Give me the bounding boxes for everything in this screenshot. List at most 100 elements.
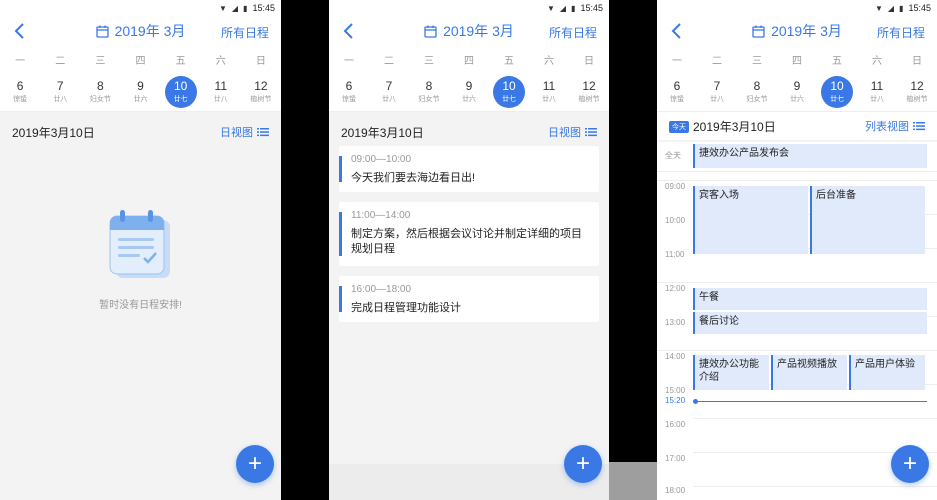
date-cell[interactable]: 8 妇女节 bbox=[409, 75, 449, 109]
date-cell[interactable]: 8 妇女节 bbox=[737, 75, 777, 109]
calendar-icon bbox=[95, 25, 109, 38]
wifi-icon: ▼ bbox=[874, 3, 883, 13]
lunar-label: 廿七 bbox=[830, 95, 844, 103]
list-icon bbox=[585, 128, 597, 137]
schedule-card[interactable]: 16:00—18:00 完成日程管理功能设计 bbox=[339, 276, 599, 322]
weekday-label: 六 bbox=[872, 55, 882, 67]
date-cell[interactable]: 7 廿八 bbox=[40, 75, 80, 109]
month-title-text: 2019年 3月 bbox=[114, 23, 186, 39]
lunar-label: 植树节 bbox=[906, 95, 928, 103]
battery-icon: ▮ bbox=[571, 3, 576, 13]
weekday-label: 日 bbox=[912, 55, 922, 67]
date-cell[interactable]: 12 植树节 bbox=[241, 75, 281, 109]
weekday-label: 三 bbox=[95, 55, 106, 67]
add-schedule-button[interactable]: + bbox=[236, 445, 274, 483]
schedule-time: 11:00—14:00 bbox=[351, 210, 411, 221]
wifi-icon: ▼ bbox=[546, 3, 555, 13]
event-block[interactable]: 餐后讨论 bbox=[693, 312, 927, 334]
gutter-strip bbox=[609, 462, 657, 500]
list-view-toggle[interactable]: 列表视图 bbox=[865, 118, 925, 134]
plus-icon: + bbox=[902, 450, 917, 477]
month-title-text: 2019年 3月 bbox=[771, 23, 842, 39]
plus-icon: + bbox=[575, 450, 590, 477]
weekday-label: 二 bbox=[55, 55, 66, 67]
date-cell[interactable]: 6 惊蛰 bbox=[329, 75, 369, 109]
all-schedules-link[interactable]: 所有日程 bbox=[877, 24, 925, 41]
day-title: 2019年3月10日 bbox=[341, 125, 424, 140]
lunar-label: 廿八 bbox=[53, 95, 68, 103]
schedule-card[interactable]: 09:00—10:00 今天我们要去海边看日出! bbox=[339, 146, 599, 192]
month-title[interactable]: 2019年 3月 bbox=[752, 21, 842, 41]
date-cell[interactable]: 9 廿六 bbox=[449, 75, 489, 109]
date-cell[interactable]: 12 植树节 bbox=[569, 75, 609, 109]
timeline: 全天 捷效办公产品发布会 09:00 10:00 11:00 12:00 13:… bbox=[657, 142, 937, 500]
event-block[interactable]: 午餐 bbox=[693, 288, 927, 310]
month-title[interactable]: 2019年 3月 bbox=[95, 21, 186, 41]
lunar-label: 廿八 bbox=[213, 95, 228, 103]
event-block[interactable]: 后台准备 bbox=[810, 186, 925, 254]
all-schedules-link[interactable]: 所有日程 bbox=[549, 24, 597, 41]
weekday-label: 四 bbox=[464, 55, 474, 67]
date-cell-selected[interactable]: 10 廿七 bbox=[817, 75, 857, 109]
status-bar: ▼ ◢ ▮ 15:45 bbox=[0, 0, 281, 16]
date-number: 8 bbox=[425, 78, 433, 93]
empty-calendar-illustration-icon bbox=[109, 210, 170, 278]
date-cell[interactable]: 9 廿六 bbox=[777, 75, 817, 109]
all-schedules-link[interactable]: 所有日程 bbox=[221, 24, 269, 41]
date-cell-selected[interactable]: 10 廿七 bbox=[489, 75, 529, 109]
date-cell[interactable]: 7 廿八 bbox=[697, 75, 737, 109]
hour-label: 13:00 bbox=[665, 318, 686, 327]
date-cell[interactable]: 6 惊蛰 bbox=[657, 75, 697, 109]
day-title: 2019年3月10日 bbox=[12, 125, 95, 140]
add-schedule-button[interactable]: + bbox=[891, 445, 929, 483]
schedule-title: 制定方案，然后根据会议讨论并制定详细的项目规划日程 bbox=[351, 228, 582, 255]
add-schedule-button[interactable]: + bbox=[564, 445, 602, 483]
phone-screen-timeline: ▼ ◢ ▮ 15:45 2019年 3月 所有日程 一 二 三 四 五 六 日 … bbox=[657, 0, 937, 500]
event-block[interactable]: 捷效办公功能介绍 bbox=[693, 355, 769, 390]
event-block[interactable]: 产品用户体验 bbox=[849, 355, 925, 390]
date-cell[interactable]: 12 植树节 bbox=[897, 75, 937, 109]
date-cell[interactable]: 11 廿八 bbox=[857, 75, 897, 109]
event-block[interactable]: 宾客入场 bbox=[693, 186, 808, 254]
day-view-toggle[interactable]: 日视图 bbox=[220, 124, 269, 140]
date-number: 11 bbox=[870, 78, 884, 93]
hour-label: 11:00 bbox=[665, 250, 685, 259]
battery-icon: ▮ bbox=[899, 3, 904, 13]
date-number: 12 bbox=[254, 78, 268, 93]
date-cell[interactable]: 8 妇女节 bbox=[80, 75, 120, 109]
list-icon bbox=[257, 128, 269, 137]
lunar-label: 廿六 bbox=[462, 95, 476, 103]
chevron-left-icon[interactable] bbox=[341, 22, 357, 40]
date-cell[interactable]: 7 廿八 bbox=[369, 75, 409, 109]
list-icon bbox=[913, 122, 925, 131]
date-cell-selected[interactable]: 10 廿七 bbox=[161, 75, 201, 109]
date-cell[interactable]: 6 惊蛰 bbox=[0, 75, 40, 109]
month-title[interactable]: 2019年 3月 bbox=[424, 21, 514, 41]
date-cell[interactable]: 9 廿六 bbox=[120, 75, 160, 109]
schedule-card[interactable]: 11:00—14:00 制定方案，然后根据会议讨论并制定详细的项目规划日程 bbox=[339, 202, 599, 266]
event-block[interactable]: 产品视频播放 bbox=[771, 355, 847, 390]
day-title: 2019年3月10日 bbox=[693, 119, 776, 134]
status-bar: ▼ ◢ ▮ 15:45 bbox=[329, 0, 609, 16]
date-number: 7 bbox=[56, 78, 64, 93]
chevron-left-icon[interactable] bbox=[669, 22, 685, 40]
hour-label: 09:00 bbox=[665, 182, 686, 191]
current-time-label: 15:20 bbox=[665, 396, 686, 405]
calendar-icon bbox=[752, 25, 765, 38]
lunar-label: 廿八 bbox=[542, 95, 556, 103]
today-badge[interactable]: 今天 bbox=[669, 121, 689, 134]
lunar-label: 廿八 bbox=[710, 95, 724, 103]
phone-screen-empty: ▼ ◢ ▮ 15:45 2019年 3月 所有日程 一 二 三 四 五 六 日 … bbox=[0, 0, 281, 500]
chevron-left-icon[interactable] bbox=[12, 22, 28, 40]
allday-event[interactable]: 捷效办公产品发布会 bbox=[693, 144, 927, 168]
lunar-label: 廿八 bbox=[382, 95, 396, 103]
empty-state-text: 暂时没有日程安排! bbox=[99, 300, 182, 311]
day-view-toggle[interactable]: 日视图 bbox=[548, 124, 597, 140]
weekday-label: 一 bbox=[672, 55, 682, 67]
weekday-label: 三 bbox=[424, 55, 434, 67]
empty-state: 暂时没有日程安排! bbox=[0, 210, 281, 311]
weekday-row: 一 二 三 四 五 六 日 bbox=[329, 46, 609, 72]
date-number: 8 bbox=[753, 78, 761, 93]
date-cell[interactable]: 11 廿八 bbox=[529, 75, 569, 109]
date-cell[interactable]: 11 廿八 bbox=[201, 75, 241, 109]
